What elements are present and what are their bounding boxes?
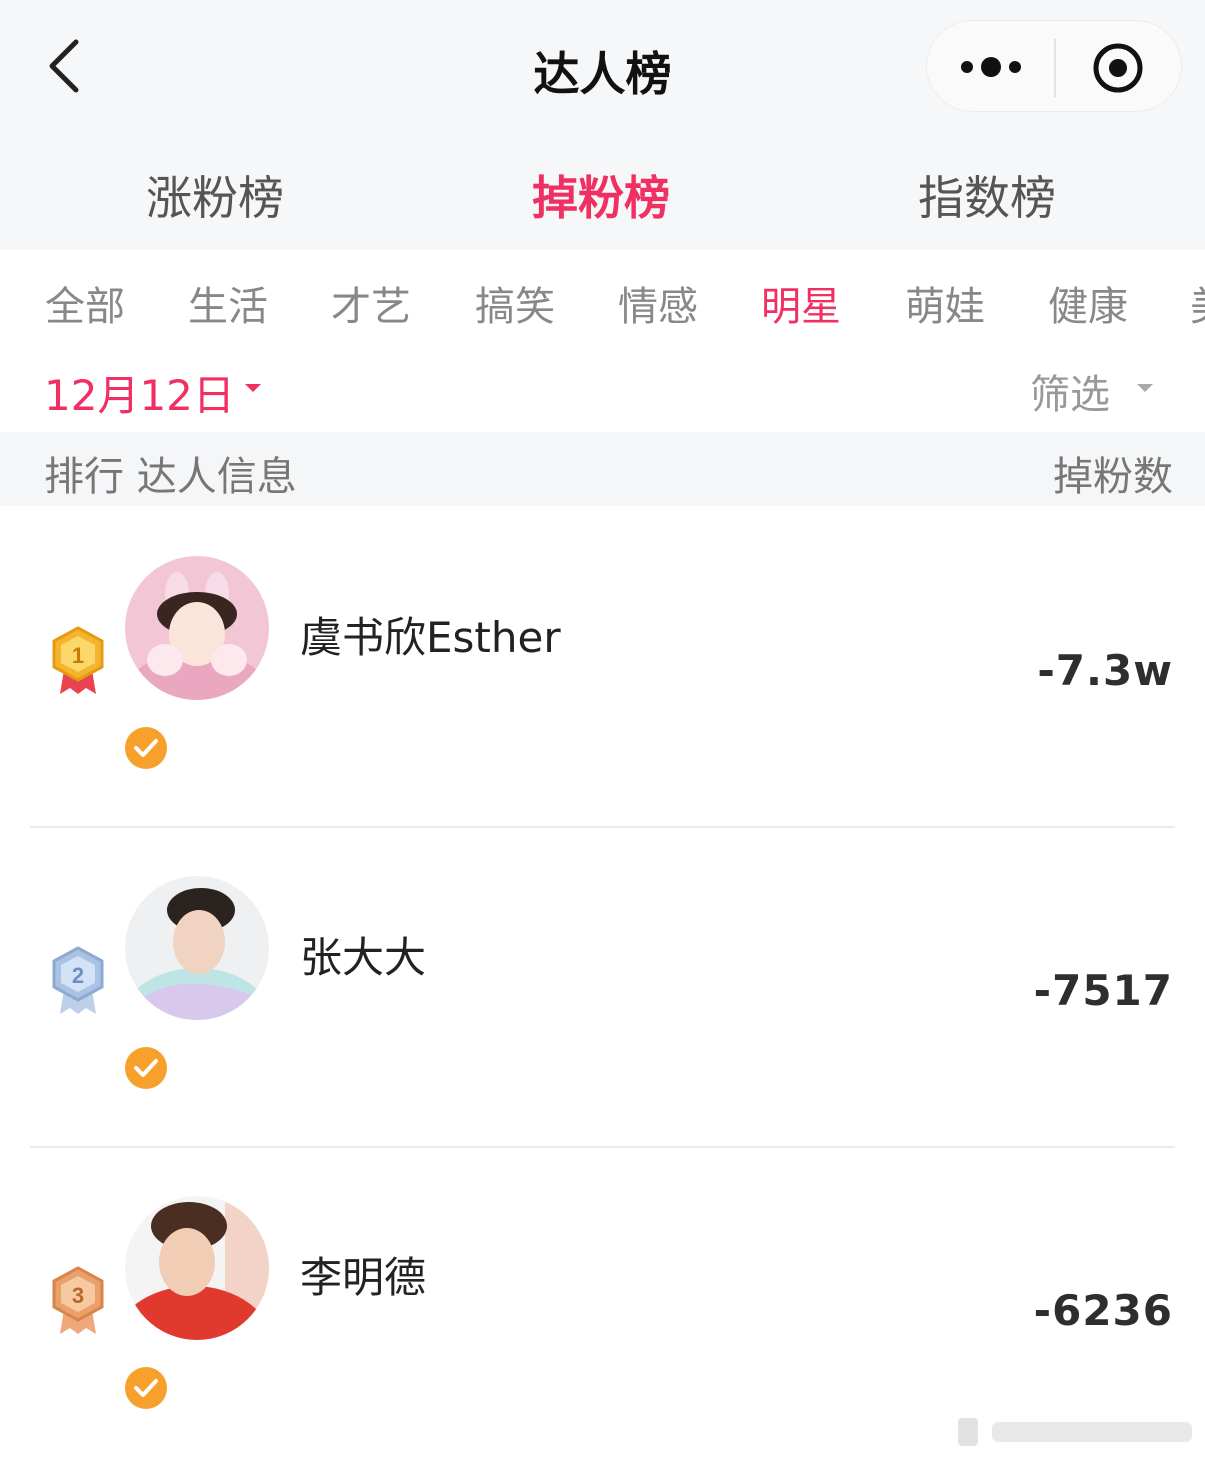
- tab-fans-gain[interactable]: 涨粉榜: [95, 162, 335, 228]
- ranking-row[interactable]: 2 张大大 -7517: [0, 828, 1205, 1148]
- mini-program-capsule: [926, 20, 1182, 112]
- header-bar: 达人榜 涨粉榜 掉粉榜 指数榜: [0, 0, 1205, 250]
- fans-lost-count: -6236: [1033, 1286, 1173, 1335]
- rank-info-header: 排行 达人信息: [44, 454, 297, 500]
- more-options-icon[interactable]: [955, 47, 1027, 87]
- category-emotion[interactable]: 情感: [618, 274, 698, 332]
- watermark-logo: [958, 1418, 1192, 1446]
- date-dropdown-icon[interactable]: [245, 384, 261, 392]
- category-life[interactable]: 生活: [188, 274, 268, 332]
- gold-medal-icon: 1: [52, 626, 104, 694]
- rank-number: 2: [72, 963, 84, 988]
- fans-lost-header: 掉粉数: [1053, 454, 1173, 500]
- category-funny[interactable]: 搞笑: [475, 274, 555, 332]
- category-talent[interactable]: 才艺: [331, 274, 411, 332]
- column-header: 排行 达人信息 掉粉数: [0, 432, 1205, 506]
- bronze-medal-icon: 3: [52, 1266, 104, 1334]
- verified-badge-icon: [125, 1367, 167, 1409]
- filter-dropdown-icon[interactable]: [1137, 384, 1153, 392]
- avatar[interactable]: [125, 1196, 269, 1340]
- fans-lost-count: -7517: [1033, 966, 1173, 1015]
- creator-name[interactable]: 虞书欣Esther: [300, 604, 561, 665]
- category-baby[interactable]: 萌娃: [905, 274, 985, 332]
- category-celebrity[interactable]: 明星: [761, 274, 841, 332]
- tab-fans-loss[interactable]: 掉粉榜: [481, 162, 721, 228]
- category-beauty[interactable]: 美: [1190, 274, 1205, 332]
- category-bar: 全部 生活 才艺 搞笑 情感 明星 萌娃 健康 美: [0, 250, 1205, 346]
- rank-number: 1: [72, 643, 84, 668]
- fans-lost-count: -7.3w: [1037, 646, 1173, 695]
- tab-index[interactable]: 指数榜: [867, 162, 1107, 228]
- category-health[interactable]: 健康: [1048, 274, 1128, 332]
- ranking-row[interactable]: 1 虞书欣Esther -7.3w: [0, 508, 1205, 828]
- close-target-icon[interactable]: [1091, 41, 1145, 95]
- filter-button[interactable]: 筛选: [1030, 362, 1110, 420]
- creator-name[interactable]: 张大大: [300, 924, 426, 985]
- verified-badge-icon: [125, 1047, 167, 1089]
- rank-number: 3: [72, 1283, 84, 1308]
- silver-medal-icon: 2: [52, 946, 104, 1014]
- creator-name[interactable]: 李明德: [300, 1244, 426, 1305]
- date-selector[interactable]: 12月12日: [44, 362, 235, 423]
- category-all[interactable]: 全部: [45, 274, 125, 332]
- avatar[interactable]: [125, 876, 269, 1020]
- avatar[interactable]: [125, 556, 269, 700]
- verified-badge-icon: [125, 727, 167, 769]
- capsule-divider: [1054, 39, 1056, 97]
